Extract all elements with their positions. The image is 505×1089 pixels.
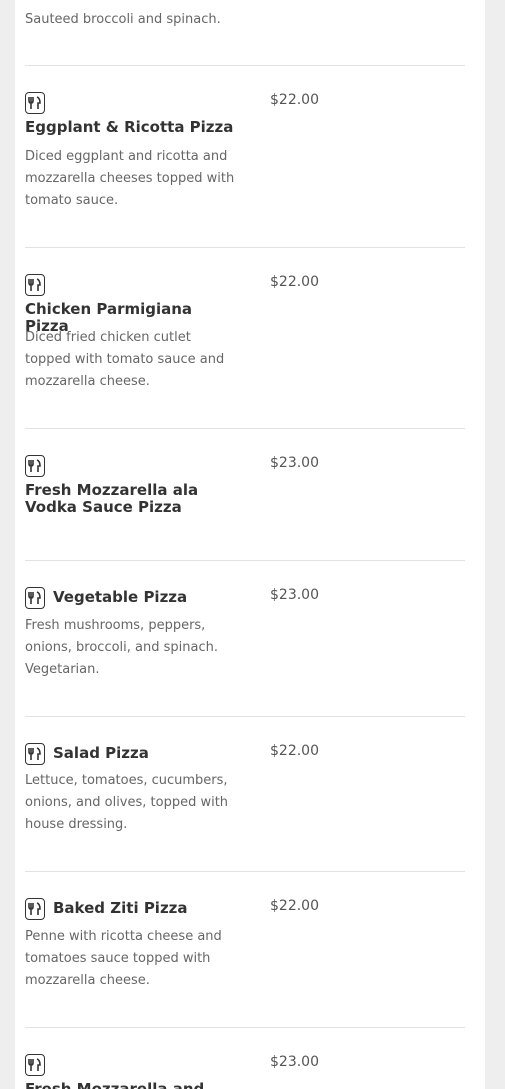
fork-knife-icon	[25, 92, 45, 114]
item-description: Sauteed broccoli and spinach.	[25, 12, 221, 27]
item-price: $22.00	[270, 92, 319, 108]
item-description: Penne with ricotta cheese and tomatoes s…	[25, 929, 222, 988]
fork-knife-icon	[25, 743, 45, 765]
item-description: Lettuce, tomatoes, cucumbers, onions, an…	[25, 773, 229, 832]
divider	[25, 1027, 465, 1028]
fork-knife-icon	[25, 274, 45, 296]
divider	[25, 65, 465, 66]
item-price: $22.00	[270, 743, 319, 759]
fork-knife-icon	[25, 1054, 45, 1076]
item-description: Diced fried chicken cutlet topped with t…	[25, 330, 225, 389]
fork-knife-icon	[25, 587, 45, 609]
item-description: Diced eggplant and ricotta and mozzarell…	[25, 149, 235, 208]
item-name: Vegetable Pizza	[53, 588, 188, 606]
fork-knife-icon	[25, 898, 45, 920]
item-name: Fresh Mozzarella and	[25, 1080, 205, 1089]
item-price: $23.00	[270, 1054, 319, 1070]
divider	[25, 247, 465, 248]
divider	[25, 871, 465, 872]
divider	[25, 428, 465, 429]
item-name: Eggplant & Ricotta Pizza	[25, 118, 234, 136]
item-name: Baked Ziti Pizza	[53, 899, 188, 917]
item-name: Salad Pizza	[53, 744, 149, 762]
item-description: Fresh mushrooms, peppers, onions, brocco…	[25, 618, 218, 677]
fork-knife-icon	[25, 455, 45, 477]
divider	[25, 560, 465, 561]
item-price: $23.00	[270, 455, 319, 471]
menu-panel: Sauteed broccoli and spinach. Eggplant &…	[15, 0, 485, 1089]
item-price: $23.00	[270, 587, 319, 603]
item-name: Fresh Mozzarella ala Vodka Sauce Pizza	[25, 481, 199, 516]
divider	[25, 716, 465, 717]
item-price: $22.00	[270, 898, 319, 914]
item-price: $22.00	[270, 274, 319, 290]
